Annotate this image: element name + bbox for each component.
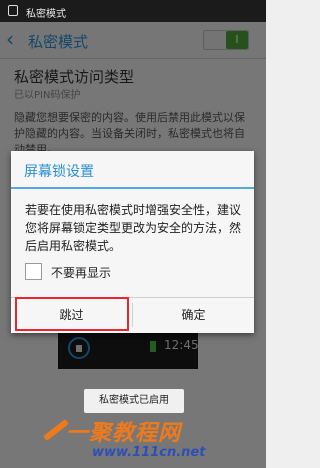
screen-lock-dialog: 屏幕锁设置 若要在使用私密模式时增强安全性，建议您将屏幕锁定类型更改为安全的方法…: [11, 151, 254, 333]
private-mode-icon: [8, 5, 18, 16]
dont-show-again-label[interactable]: 不要再显示: [51, 264, 111, 281]
pen-icon: [43, 419, 69, 441]
ok-button[interactable]: 确定: [133, 298, 254, 333]
watermark-title: 一聚教程网: [66, 421, 182, 446]
dialog-title-divider: [11, 187, 254, 189]
dont-show-again-checkbox[interactable]: [25, 263, 42, 280]
watermark-logo: 一聚教程网 www.111cn.net: [0, 413, 266, 468]
toast-message: 私密模式已启用: [84, 389, 184, 413]
status-bar-title: 私密模式: [26, 9, 66, 20]
skip-button[interactable]: 跳过: [11, 298, 132, 333]
dialog-title: 屏幕锁设置: [24, 164, 94, 180]
status-bar: 私密模式: [0, 0, 266, 22]
watermark-url: www.111cn.net: [92, 445, 206, 460]
dialog-message: 若要在使用私密模式时增强安全性，建议您将屏幕锁定类型更改为安全的方法，然后启用私…: [25, 203, 242, 253]
